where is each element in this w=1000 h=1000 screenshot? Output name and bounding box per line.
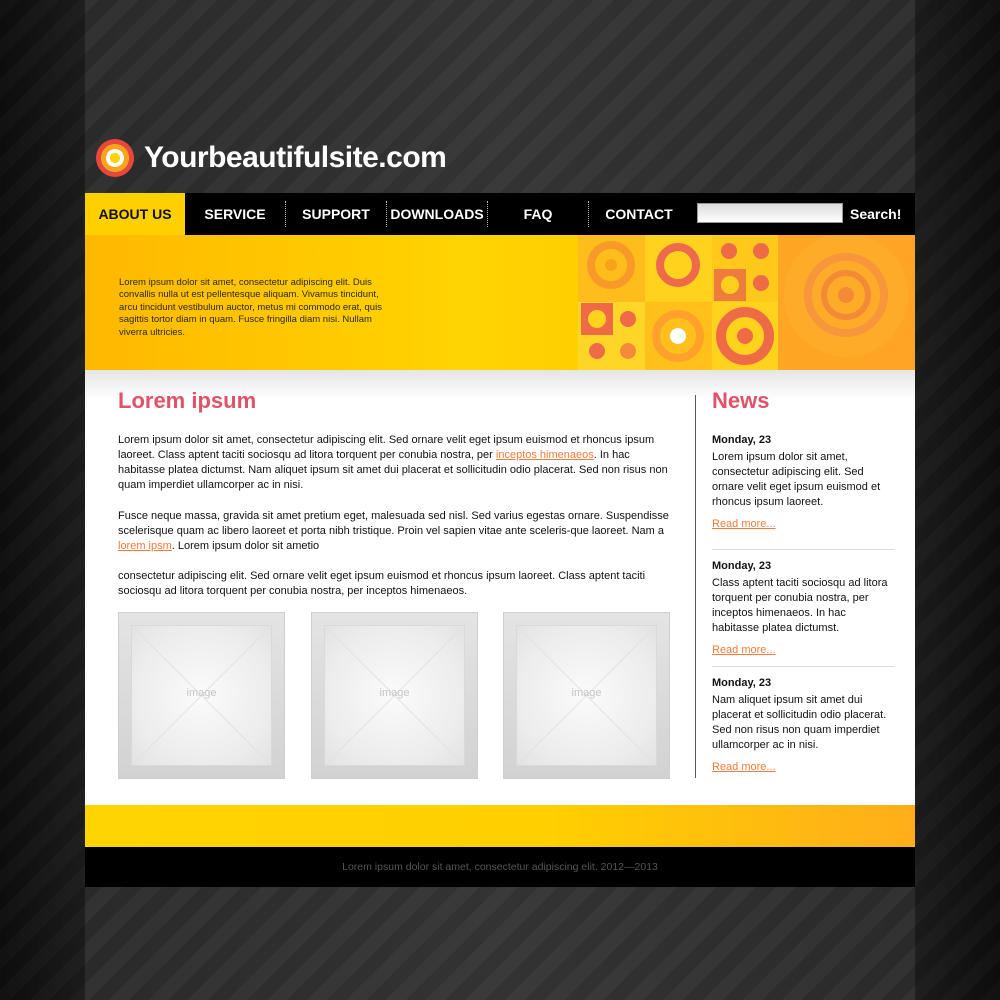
site-logo[interactable]: Yourbeautifulsite.com [96,139,447,177]
news-divider [712,549,895,550]
news-date: Monday, 23 [712,677,772,689]
main-paragraph-3: consectetur adipiscing elit. Sed ornare … [118,570,646,597]
hero-banner: Lorem ipsum dolor sit amet, consectetur … [85,235,915,370]
content-area: Lorem ipsum Lorem ipsum dolor sit amet, … [85,370,915,805]
news-item: Monday, 23 Lorem ipsum dolor sit amet, c… [712,433,892,532]
news-divider [712,666,895,667]
footer: Lorem ipsum dolor sit amet, consectetur … [85,847,915,887]
image-placeholder-1: image [118,612,285,779]
search-input[interactable] [697,203,843,223]
nav-item-contact[interactable]: CONTACT [589,193,689,235]
news-item: Monday, 23 Class aptent taciti sociosqu … [712,559,892,658]
news-date: Monday, 23 [712,434,772,446]
news-date: Monday, 23 [712,560,772,572]
news-text: Nam aliquet ipsum sit amet dui placerat … [712,694,887,751]
inline-link-lorem[interactable]: lorem ipsm [118,540,172,552]
column-divider [695,395,696,778]
nav-item-faq[interactable]: FAQ [488,193,588,235]
read-more-link[interactable]: Read more... [712,761,776,773]
pattern-artwork [578,235,915,370]
news-heading: News [712,388,770,413]
read-more-link[interactable]: Read more... [712,518,776,530]
news-item: Monday, 23 Nam aliquet ipsum sit amet du… [712,676,892,775]
banner-text: Lorem ipsum dolor sit amet, consectetur … [119,276,382,338]
main-paragraph-1: Lorem ipsum dolor sit amet, consectetur … [118,434,668,491]
nav-item-support[interactable]: SUPPORT [286,193,386,235]
nav-item-service[interactable]: SERVICE [185,193,285,235]
target-logo-icon [96,139,134,177]
image-label: image [571,687,602,699]
news-text: Lorem ipsum dolor sit amet, consectetur … [712,451,881,508]
left-background-strip [0,0,85,1000]
right-background-strip [915,0,1000,1000]
read-more-link[interactable]: Read more... [712,644,776,656]
inline-link-inceptos[interactable]: inceptos himenaeos [496,449,594,461]
search-button[interactable]: Search! [850,193,901,235]
main-nav: ABOUT US SERVICE SUPPORT DOWNLOADS FAQ C… [85,193,915,235]
news-text: Class aptent taciti sociosqu ad litora t… [712,577,888,634]
main-paragraph-2: Fusce neque massa, gravida sit amet pret… [118,510,669,552]
image-label: image [186,687,217,699]
footer-text: Lorem ipsum dolor sit amet, consectetur … [342,861,658,873]
image-placeholder-3: image [503,612,670,779]
footer-accent-band [85,805,915,847]
site-title: Yourbeautifulsite.com [144,141,447,174]
main-heading: Lorem ipsum [118,388,257,413]
nav-item-about-us[interactable]: ABOUT US [85,193,185,235]
nav-item-downloads[interactable]: DOWNLOADS [387,193,487,235]
image-label: image [379,687,410,699]
image-placeholder-2: image [311,612,478,779]
